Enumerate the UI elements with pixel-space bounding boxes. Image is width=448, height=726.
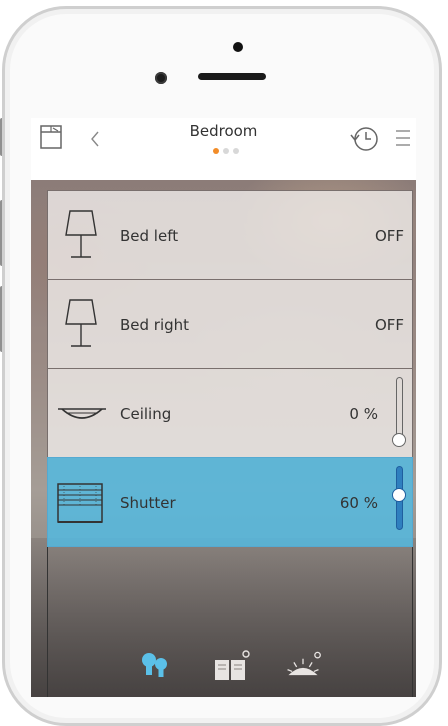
shutter-icon [57,483,103,523]
device-label: Ceiling [120,405,172,423]
ceiling-light-icon [58,408,106,419]
slider-knob[interactable] [392,433,406,447]
device-status[interactable]: OFF [375,227,404,245]
slider-track[interactable] [396,377,403,441]
menu-icon[interactable] [395,128,411,148]
shutter-slider[interactable] [392,466,406,538]
device-label: Bed right [120,316,190,334]
page-dot [213,148,219,154]
history-clock-icon[interactable] [349,124,381,154]
device-list: Bed left OFF Bed right OFF Ceiling 0 % S… [47,190,413,547]
device-label: Bed left [120,227,179,245]
device-label: Shutter [120,494,176,512]
device-row-shutter[interactable]: Shutter 60 % [47,457,413,547]
earpiece-speaker [198,73,266,80]
device-level: 0 % [349,405,378,423]
front-camera [155,72,167,84]
page-dot [223,148,229,154]
dimmer-slider[interactable] [392,377,406,449]
device-level: 60 % [339,494,378,512]
table-lamp-icon [65,299,97,347]
sunrise-icon[interactable] [283,646,323,686]
page-indicator [213,148,239,154]
bottom-tab-bar [31,638,416,697]
device-row-bed-right[interactable]: Bed right OFF [47,279,413,369]
proximity-sensor [233,42,243,52]
page-dot [233,148,239,154]
device-row-ceiling[interactable]: Ceiling 0 % [47,368,413,458]
app-header: Bedroom [31,118,416,180]
app-screen: Bedroom Bed left OFF Bed right OFF Ceili… [31,118,416,697]
slider-knob[interactable] [392,488,406,503]
bulbs-icon[interactable] [135,646,175,686]
device-row-bed-left[interactable]: Bed left OFF [47,190,413,280]
book-icon[interactable] [211,646,251,686]
device-status[interactable]: OFF [375,316,404,334]
table-lamp-icon [65,210,97,258]
